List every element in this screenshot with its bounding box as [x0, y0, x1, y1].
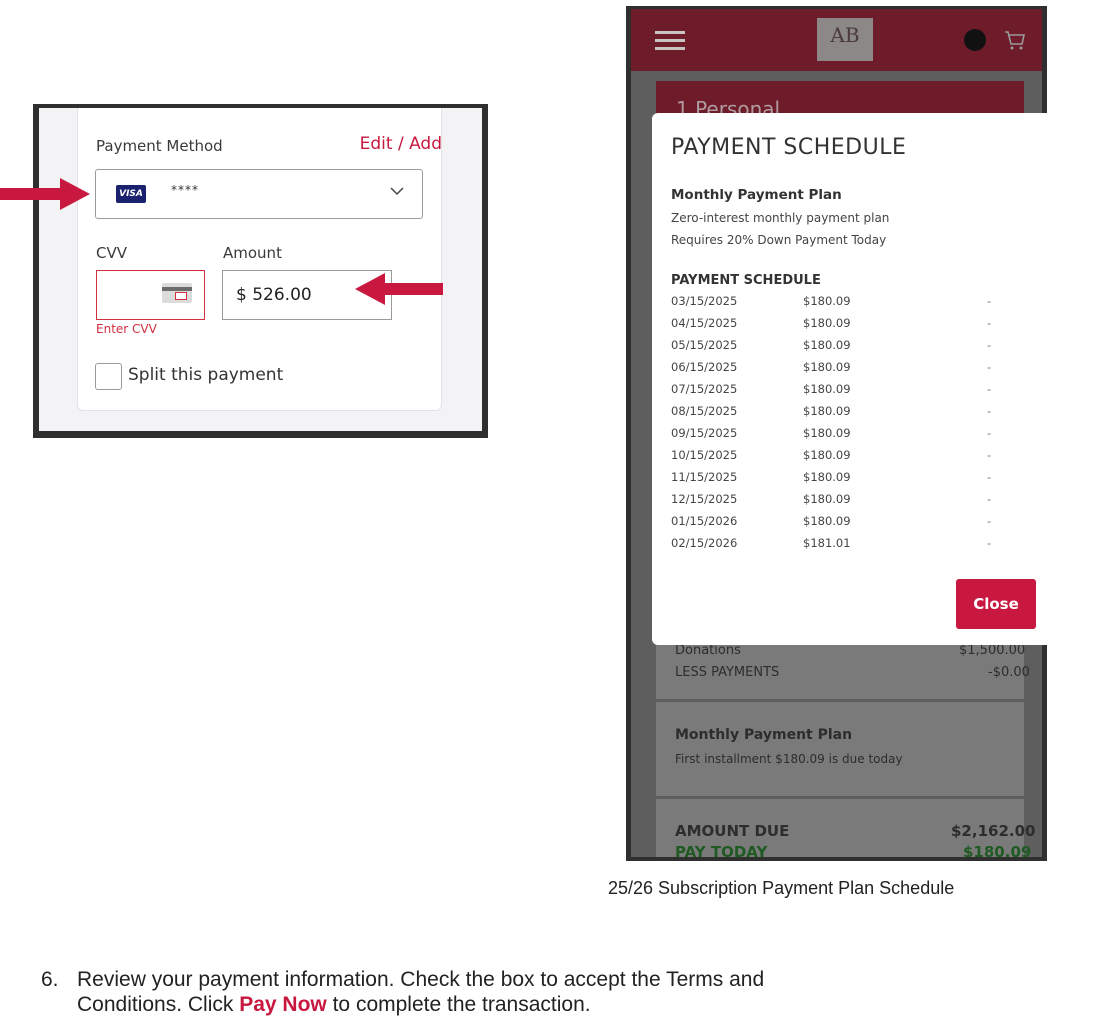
schedule-row: 10/15/2025 $180.09 - — [671, 448, 1031, 470]
pay-today-value: $180.09 — [963, 843, 1032, 857]
top-bar: AB — [631, 9, 1042, 71]
schedule-status: - — [987, 338, 992, 352]
schedule-row: 11/15/2025 $180.09 - — [671, 470, 1031, 492]
schedule-date: 07/15/2025 — [671, 382, 738, 396]
amount-due-value: $2,162.00 — [951, 822, 1036, 840]
schedule-amount: $180.09 — [803, 492, 851, 506]
schedule-date: 11/15/2025 — [671, 470, 738, 484]
pay-now-emphasis: Pay Now — [239, 993, 327, 1016]
schedule-row: 08/15/2025 $180.09 - — [671, 404, 1031, 426]
schedule-date: 10/15/2025 — [671, 448, 738, 462]
cvv-input[interactable] — [96, 270, 205, 320]
instruction-step-6: 6. Review your payment information. Check… — [41, 967, 1101, 1017]
plan-name: Monthly Payment Plan — [671, 187, 842, 203]
split-payment-label[interactable]: Split this payment — [128, 365, 283, 385]
schedule-amount: $180.09 — [803, 360, 851, 374]
schedule-date: 08/15/2025 — [671, 404, 738, 418]
schedule-row: 04/15/2025 $180.09 - — [671, 316, 1031, 338]
schedule-amount: $180.09 — [803, 426, 851, 440]
amount-value: $ 526.00 — [236, 285, 312, 305]
schedule-status: - — [987, 514, 992, 528]
payment-schedule-modal: PAYMENT SCHEDULE Monthly Payment Plan Ze… — [652, 113, 1053, 645]
close-button[interactable]: Close — [956, 579, 1036, 629]
schedule-date: 09/15/2025 — [671, 426, 738, 440]
schedule-row: 07/15/2025 $180.09 - — [671, 382, 1031, 404]
payment-method-label: Payment Method — [96, 137, 223, 155]
step-text-line2-start: Conditions. Click — [77, 993, 240, 1016]
schedule-status: - — [987, 492, 992, 506]
step-text-line2-end: to complete the transaction. — [326, 993, 591, 1016]
less-payments-label: LESS PAYMENTS — [675, 665, 780, 680]
mobile-screenshot: AB 1 Personal Donations $1,500.00 LESS P… — [626, 6, 1053, 861]
schedule-status: - — [987, 382, 992, 396]
figure-caption: 25/26 Subscription Payment Plan Schedule — [608, 878, 955, 898]
pay-today-label: PAY TODAY — [675, 843, 768, 857]
schedule-date: 06/15/2025 — [671, 360, 738, 374]
schedule-amount: $181.01 — [803, 536, 851, 550]
credit-card-icon — [162, 283, 192, 303]
arrow-right-icon — [0, 178, 90, 210]
masked-card-number: **** — [171, 183, 199, 197]
schedule-status: - — [987, 360, 992, 374]
schedule-date: 02/15/2026 — [671, 536, 738, 550]
donations-label: Donations — [675, 643, 741, 658]
schedule-status: - — [987, 426, 992, 440]
schedule-row: 09/15/2025 $180.09 - — [671, 426, 1031, 448]
menu-icon[interactable] — [655, 31, 685, 51]
schedule-row: 02/15/2026 $181.01 - — [671, 536, 1031, 558]
schedule-amount: $180.09 — [803, 382, 851, 396]
payment-form-panel: Payment Method Edit / Add VISA **** CVV … — [39, 108, 482, 431]
schedule-heading: PAYMENT SCHEDULE — [671, 273, 821, 288]
schedule-amount: $180.09 — [803, 294, 851, 308]
payment-method-select[interactable]: VISA **** — [95, 169, 423, 219]
schedule-status: - — [987, 470, 992, 484]
cvv-error-message: Enter CVV — [96, 322, 157, 336]
plan-summary-title: Monthly Payment Plan — [675, 727, 853, 743]
schedule-date: 05/15/2025 — [671, 338, 738, 352]
schedule-amount: $180.09 — [803, 514, 851, 528]
schedule-amount: $180.09 — [803, 470, 851, 484]
schedule-date: 01/15/2026 — [671, 514, 738, 528]
schedule-row: 05/15/2025 $180.09 - — [671, 338, 1031, 360]
schedule-amount: $180.09 — [803, 448, 851, 462]
schedule-row: 03/15/2025 $180.09 - — [671, 294, 1031, 316]
arrow-left-icon — [355, 273, 443, 305]
schedule-row: 12/15/2025 $180.09 - — [671, 492, 1031, 514]
plan-description: Zero-interest monthly payment plan — [671, 211, 890, 225]
cvv-label: CVV — [96, 244, 127, 262]
amount-due-label: AMOUNT DUE — [675, 822, 790, 840]
modal-title: PAYMENT SCHEDULE — [671, 135, 907, 160]
schedule-status: - — [987, 316, 992, 330]
schedule-amount: $180.09 — [803, 404, 851, 418]
schedule-status: - — [987, 536, 992, 550]
schedule-date: 04/15/2025 — [671, 316, 738, 330]
logo: AB — [817, 18, 873, 61]
step-number: 6. — [41, 968, 59, 991]
payment-form-screenshot: Payment Method Edit / Add VISA **** CVV … — [33, 104, 488, 438]
schedule-row: 06/15/2025 $180.09 - — [671, 360, 1031, 382]
edit-add-link[interactable]: Edit / Add — [360, 134, 442, 154]
schedule-status: - — [987, 448, 992, 462]
schedule-amount: $180.09 — [803, 338, 851, 352]
less-payments-value: -$0.00 — [988, 665, 1030, 680]
schedule-status: - — [987, 294, 992, 308]
visa-logo: VISA — [116, 185, 146, 203]
step-text-line1: Review your payment information. Check t… — [77, 968, 765, 991]
schedule-date: 12/15/2025 — [671, 492, 738, 506]
schedule-amount: $180.09 — [803, 316, 851, 330]
plan-requirement: Requires 20% Down Payment Today — [671, 233, 887, 247]
cart-icon[interactable] — [1004, 29, 1026, 56]
profile-dot-icon[interactable] — [964, 29, 986, 51]
amount-label: Amount — [223, 244, 282, 262]
schedule-row: 01/15/2026 $180.09 - — [671, 514, 1031, 536]
split-payment-checkbox[interactable] — [95, 363, 122, 390]
plan-summary-note: First installment $180.09 is due today — [675, 752, 903, 766]
donations-value: $1,500.00 — [959, 643, 1026, 658]
schedule-status: - — [987, 404, 992, 418]
schedule-date: 03/15/2025 — [671, 294, 738, 308]
chevron-down-icon — [390, 184, 404, 200]
